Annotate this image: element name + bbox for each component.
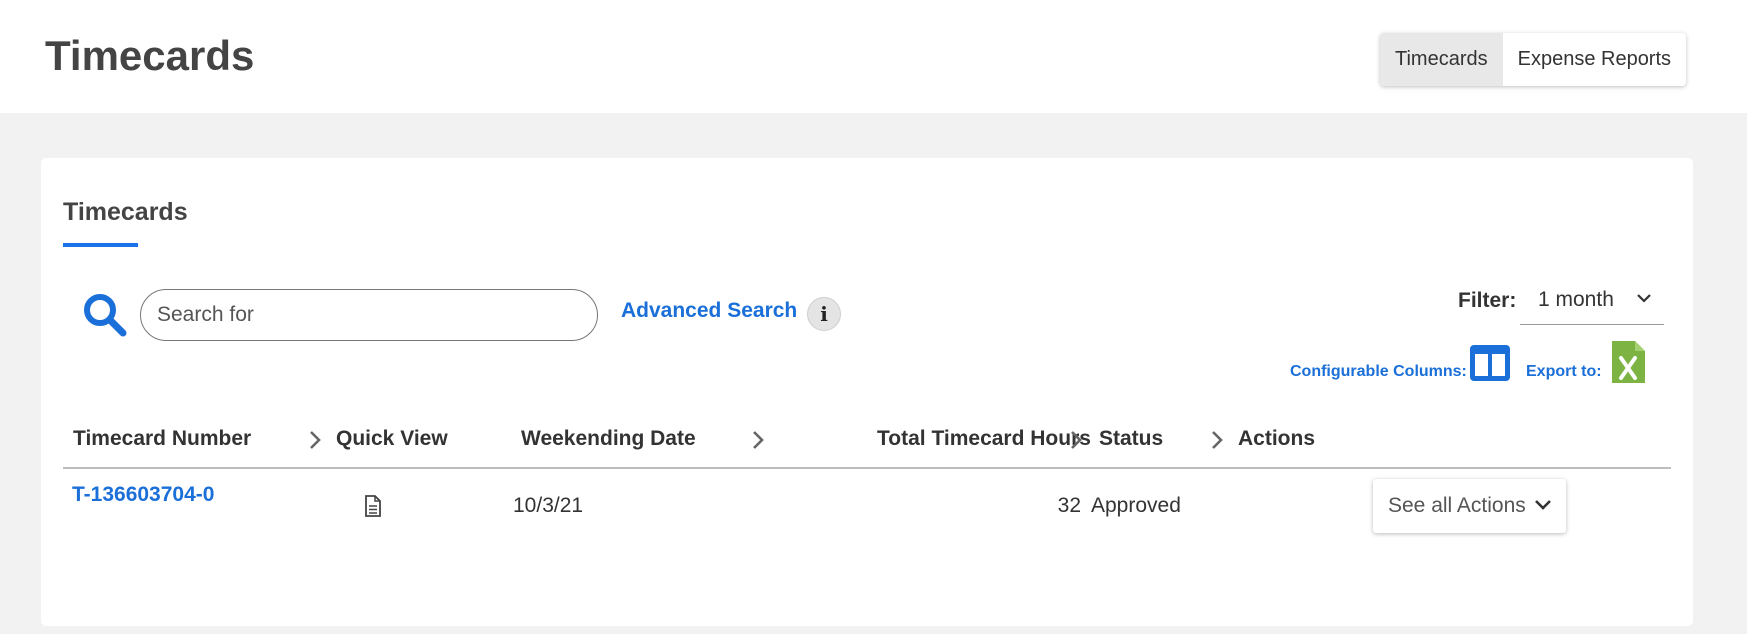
toggle-expense-reports[interactable]: Expense Reports <box>1503 33 1686 86</box>
timecard-number-link[interactable]: T-136603704-0 <box>72 483 214 507</box>
filter-select[interactable]: 1 month <box>1520 275 1664 325</box>
table-header-divider <box>63 467 1671 469</box>
advanced-search-link[interactable]: Advanced Search <box>621 299 797 323</box>
filter-label: Filter: <box>1458 289 1517 312</box>
search-icon[interactable] <box>82 292 128 338</box>
search-input[interactable] <box>140 289 598 341</box>
timecards-card: Timecards Advanced Search i Filter: 1 mo… <box>41 158 1693 626</box>
column-header-timecard-number: Timecard Number <box>73 427 252 450</box>
weekending-date-cell: 10/3/21 <box>513 494 584 517</box>
configurable-columns-label[interactable]: Configurable Columns: <box>1290 363 1467 381</box>
page-title: Timecards <box>45 32 255 79</box>
columns-icon[interactable] <box>1469 344 1511 382</box>
info-icon[interactable]: i <box>807 297 841 331</box>
column-header-weekending-date: Weekending Date <box>521 427 696 450</box>
export-to-label[interactable]: Export to: <box>1526 363 1602 381</box>
chevron-down-icon <box>1535 500 1551 510</box>
chevron-right-icon[interactable] <box>1210 429 1224 451</box>
column-header-quick-view: Quick View <box>336 427 448 450</box>
filter-selected-value: 1 month <box>1538 287 1614 311</box>
view-toggle: Timecards Expense Reports <box>1380 33 1687 86</box>
top-header: Timecards Timecards Expense Reports <box>0 0 1747 113</box>
column-header-actions: Actions <box>1238 427 1316 450</box>
card-title-underline <box>63 243 138 247</box>
chevron-right-icon[interactable] <box>1069 429 1083 451</box>
toggle-timecards[interactable]: Timecards <box>1380 33 1503 86</box>
chevron-right-icon[interactable] <box>751 429 765 451</box>
status-cell: Approved <box>1091 494 1181 517</box>
column-header-total-hours: Total Timecard Hours <box>877 427 1091 450</box>
see-all-actions-dropdown[interactable]: See all Actions <box>1373 479 1566 533</box>
total-hours-cell: 32 <box>1057 494 1081 517</box>
actions-dropdown-label: See all Actions <box>1388 494 1526 517</box>
excel-icon[interactable] <box>1610 340 1646 384</box>
chevron-right-icon[interactable] <box>308 429 322 451</box>
chevron-down-icon <box>1637 294 1651 303</box>
card-title: Timecards <box>63 198 188 226</box>
column-header-status: Status <box>1099 427 1164 450</box>
document-icon[interactable] <box>364 495 382 517</box>
